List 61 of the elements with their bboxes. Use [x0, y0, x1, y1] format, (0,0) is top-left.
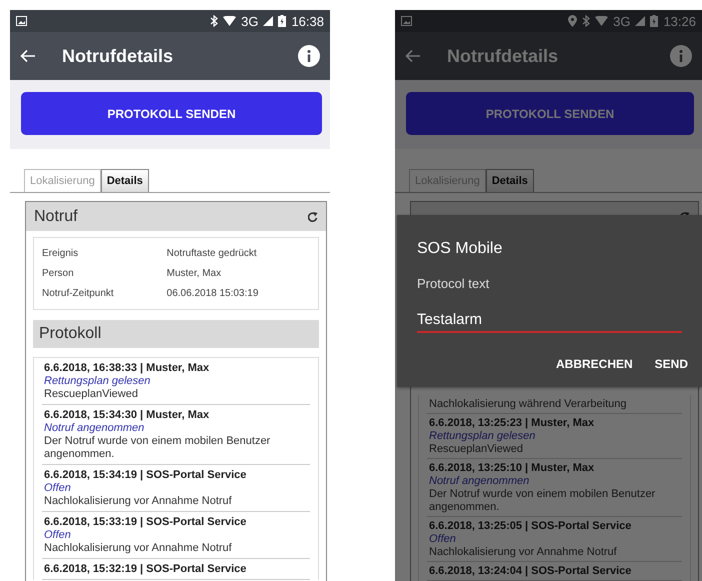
dialog-button[interactable]: ABBRECHEN: [550, 351, 639, 377]
info-icon[interactable]: [298, 45, 320, 67]
section-title: Notruf: [34, 208, 78, 226]
bluetooth-icon: [210, 15, 218, 27]
info-icon[interactable]: [670, 45, 692, 67]
section-title: Protokoll: [39, 325, 102, 343]
entry-header: 6.6.2018, 15:32:19 | SOS-Portal Service: [44, 563, 248, 576]
entry-text: RescueplanViewed: [44, 388, 139, 401]
clock-time: 13:26: [663, 14, 696, 28]
bluetooth-icon: [582, 15, 590, 27]
field-label: Person: [42, 268, 75, 279]
entry-status: Offen: [44, 482, 72, 495]
image-icon: [401, 16, 412, 26]
wifi-icon: [595, 16, 608, 26]
entry-text: Der Notruf wurde von einem mobilen Benutzer angenommen.: [44, 435, 272, 461]
network-type: 3G: [613, 14, 630, 28]
send-protocol-button[interactable]: PROTOKOLL SENDEN: [21, 92, 322, 135]
entry-header: 6.6.2018, 15:34:30 | Muster, Max: [44, 409, 210, 422]
entry-header: 6.6.2018, 13:25:10 | Muster, Max: [429, 462, 596, 475]
tab[interactable]: Details: [486, 169, 534, 192]
entry-header: 6.6.2018, 13:25:05 | SOS-Portal Service: [429, 520, 632, 533]
entry-status: Offen: [44, 529, 72, 542]
battery-icon: [650, 15, 658, 27]
entry-status: Rettungsplan gelesen: [429, 430, 536, 443]
entry-status: Notruf angenommen: [44, 422, 146, 435]
entry-header: 6.6.2018, 13:25:23 | Muster, Max: [429, 417, 596, 430]
entry-header: 6.6.2018, 15:33:19 | SOS-Portal Service: [44, 516, 248, 529]
screen-title: Notrufdetails: [62, 46, 174, 66]
field-label: Protocol text: [417, 276, 490, 291]
entry-text: RescueplanViewed: [429, 443, 524, 456]
clock-time: 16:38: [291, 14, 324, 28]
battery-icon: [278, 15, 286, 27]
screen-title: Notrufdetails: [447, 46, 560, 66]
image-icon: [16, 16, 27, 26]
entry-text: Nachlokalisierung vor Annahme Notruf: [44, 495, 233, 508]
entry-text: Nachlokalisierung vor Annahme Notruf: [429, 546, 618, 559]
signal-icon: [263, 16, 274, 26]
signal-icon: [635, 16, 646, 26]
network-type: 3G: [241, 14, 258, 28]
entry-text: Nachlokalisierung vor Annahme Notruf: [44, 542, 233, 555]
field-label: Notruf-Zeitpunkt: [42, 288, 115, 299]
entry-header: 6.6.2018, 15:34:19 | SOS-Portal Service: [44, 469, 248, 482]
refresh-icon[interactable]: [308, 212, 318, 222]
input-field[interactable]: Testalarm: [417, 309, 682, 333]
back-arrow-icon[interactable]: [20, 49, 36, 63]
dialog-button[interactable]: SEND: [648, 351, 694, 377]
entry-status: Rettungsplan gelesen: [44, 375, 152, 388]
entry-text: Der Notruf wurde von einem mobilen Benutzer angenommen.: [429, 488, 656, 514]
field-value: Notruftaste gedrückt: [166, 248, 258, 259]
entry-header: 6.6.2018, 13:24:04 | SOS-Portal Service: [429, 565, 632, 578]
entry-status: Notruf angenommen: [429, 475, 530, 488]
dialog-title: SOS Mobile: [417, 240, 504, 258]
entry-text: Nachlokalisierung während Verarbeitung: [429, 398, 628, 411]
tab[interactable]: Details: [100, 169, 149, 192]
entry-header: 6.6.2018, 16:38:33 | Muster, Max: [44, 362, 210, 375]
field-value: 06.06.2018 15:03:19: [166, 288, 260, 299]
entry-status: Offen: [429, 533, 457, 546]
field-value: Muster, Max: [166, 268, 222, 279]
back-arrow-icon[interactable]: [405, 49, 421, 63]
field-label: Ereignis: [42, 248, 80, 259]
wifi-icon: [223, 16, 236, 26]
